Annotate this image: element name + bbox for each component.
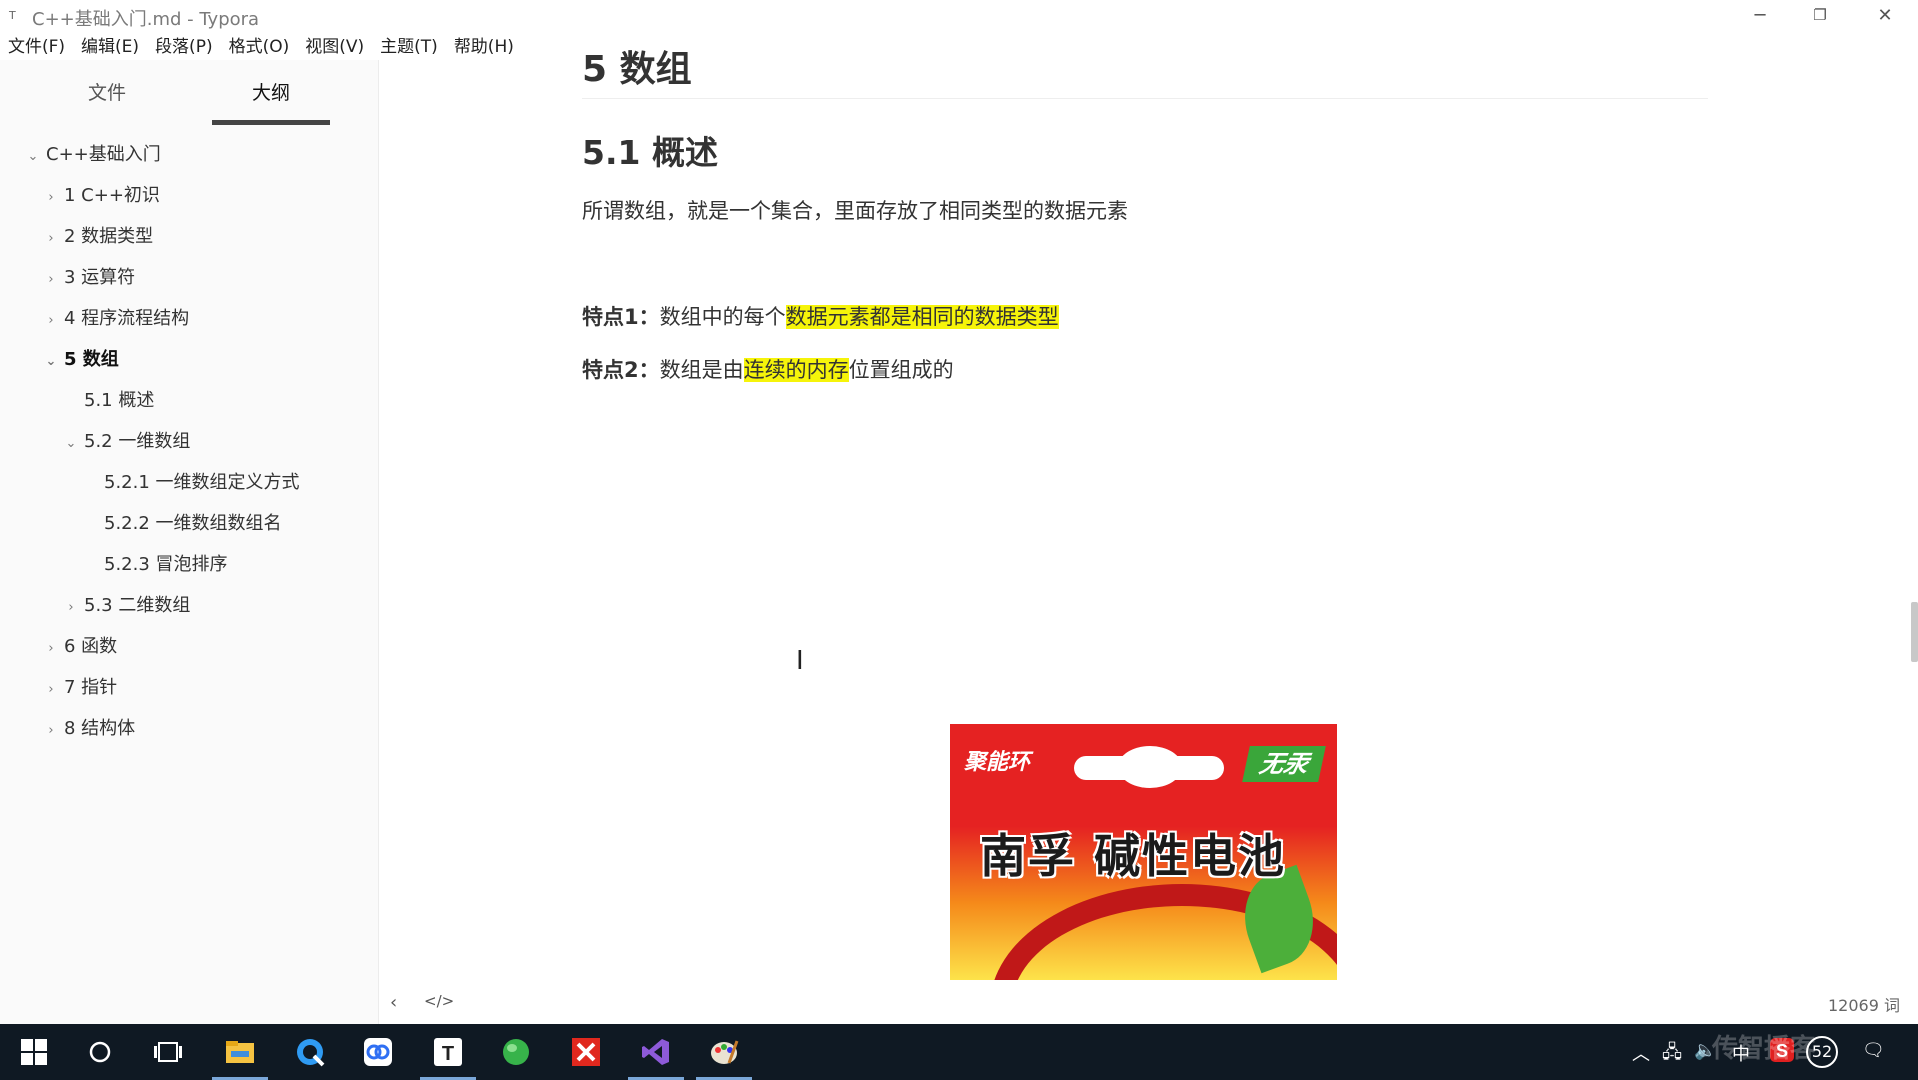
intro-paragraph: 所谓数组，就是一个集合，里面存放了相同类型的数据元素 [582,199,1128,223]
feature-2: 特点2：数组是由连续的内存位置组成的 [582,354,954,384]
feature-1-highlight: 数据元素都是相同的数据类型 [785,305,1059,329]
feature-2-text: 数组是由 [659,358,744,382]
status-bar: ‹ </> 12069 词 [380,984,1918,1024]
green-app-icon[interactable] [496,1032,536,1072]
chevron-right-icon[interactable]: › [42,716,60,746]
outline-item[interactable]: ⌄ C++基础入门 [24,140,161,170]
image-badge: 无汞 [1242,746,1326,782]
outline-item-active[interactable]: ⌄ 5 数组 [42,345,119,375]
outline-item[interactable]: › 8 结构体 [42,714,135,744]
chevron-down-icon[interactable]: ⌄ [42,347,60,377]
paint-icon[interactable] [696,1032,752,1080]
outline-item[interactable]: › 6 函数 [42,632,117,662]
windows-start-icon[interactable] [14,1032,54,1072]
typora-icon[interactable]: T [420,1032,476,1080]
outline-item[interactable]: ⌄ 5.2 一维数组 [62,427,191,459]
chevron-right-icon[interactable]: › [42,183,60,213]
close-button[interactable]: ✕ [1862,0,1908,30]
tab-files[interactable]: 文件 [48,76,166,120]
outline-item[interactable]: › 7 指针 [42,673,117,703]
feature-2-label: 特点2： [582,358,660,382]
outline-item[interactable]: › 5.3 二维数组 [62,591,190,621]
sidebar-tabs: 文件 大纲 [0,76,378,125]
restore-button[interactable]: ❐ [1797,0,1843,30]
restore-icon: ❐ [1813,6,1827,24]
text-cursor-icon: I [796,646,804,676]
image-product-name: 南孚 碱性电池 [980,829,1287,883]
chevron-down-icon[interactable]: ⌄ [24,142,42,172]
file-explorer-icon[interactable] [212,1032,268,1080]
word-count[interactable]: 12069 词 [1828,992,1900,1016]
browser-icon[interactable] [290,1032,330,1072]
feature-2-highlight: 连续的内存 [743,358,849,382]
chevron-right-icon[interactable]: › [42,634,60,664]
menu-file[interactable]: 文件(F) [0,34,73,60]
window-title: C++基础入门.md - Typora [32,9,260,30]
outline-item[interactable]: 5.2.1 一维数组定义方式 [104,468,300,498]
image-brand-text: 聚能环 [964,750,1031,775]
outline-item[interactable]: › 2 数据类型 [42,222,153,252]
source-code-icon[interactable]: </> [424,992,454,1010]
heading-2: 5.1 概述 [582,133,718,172]
menu-format[interactable]: 格式(O) [221,34,298,60]
toggle-sidebar-icon[interactable]: ‹ [390,992,397,1013]
watermark-text: 传智播客 [1712,1034,1817,1064]
outline-item[interactable]: 5.1 概述 [84,386,154,416]
chevron-right-icon[interactable]: › [42,265,60,295]
minimize-icon: ─ [1754,4,1766,26]
taskbar: T ︿ 🖧 🔈 中 S 52 🗨 传智播客 [0,1024,1918,1080]
sidebar: 文件 大纲 ⌄ C++基础入门 › 1 C++初识 › 2 数据类型 › 3 运算符 ›… [0,60,379,1024]
chevron-right-icon[interactable]: › [62,593,80,623]
heading-underline [582,98,1708,99]
typora-app-icon: T [9,9,16,22]
outline-item[interactable]: › 4 程序流程结构 [42,304,189,334]
visual-studio-icon[interactable] [628,1032,684,1080]
svg-text:T: T [442,1043,454,1065]
chevron-right-icon[interactable]: › [42,224,60,254]
task-view-icon[interactable] [148,1032,188,1072]
scrollbar-thumb[interactable] [1911,602,1918,662]
outline-item[interactable]: › 3 运算符 [42,263,135,293]
close-icon: ✕ [1877,4,1893,26]
tab-outline[interactable]: 大纲 [212,76,330,125]
feature-1-text: 数组中的每个 [659,305,786,329]
feature-1-label: 特点1： [582,305,660,329]
feature-1: 特点1：数组中的每个数据元素都是相同的数据类型 [582,301,1059,331]
feature-2-after: 位置组成的 [848,358,954,382]
battery-image[interactable]: 聚能环 无汞 南孚 碱性电池 [950,724,1337,980]
minimize-button[interactable]: ─ [1737,0,1783,30]
outline-item[interactable]: 5.2.2 一维数组数组名 [104,509,282,539]
menu-view[interactable]: 视图(V) [297,34,372,60]
search-icon[interactable] [80,1032,120,1072]
xmind-icon[interactable] [566,1032,606,1072]
menu-edit[interactable]: 编辑(E) [73,34,147,60]
hang-hole [1118,746,1182,788]
chevron-right-icon[interactable]: › [42,306,60,336]
heading-1: 5 数组 [582,49,692,90]
chevron-down-icon[interactable]: ⌄ [62,429,80,459]
title-bar: T C++基础入门.md - Typora ─ ❐ ✕ [0,0,1918,30]
notification-icon[interactable]: 🗨 [1862,1040,1885,1061]
tray-expand-icon[interactable]: ︿ [1632,1040,1650,1066]
network-icon[interactable]: 🖧 [1662,1040,1682,1070]
cloud-drive-icon[interactable] [358,1032,398,1072]
outline-item[interactable]: 5.2.3 冒泡排序 [104,550,228,580]
outline-item[interactable]: › 1 C++初识 [42,181,160,211]
menu-paragraph[interactable]: 段落(P) [147,34,221,60]
chevron-right-icon[interactable]: › [42,675,60,705]
